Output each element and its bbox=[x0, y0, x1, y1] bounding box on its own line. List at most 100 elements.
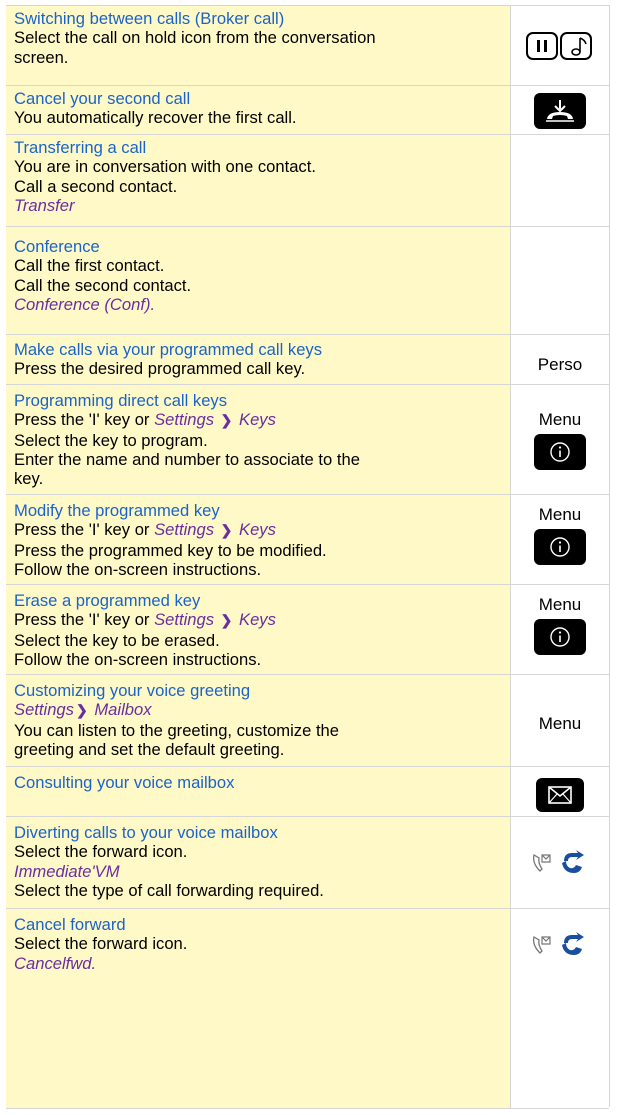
menu-key-label: Menu bbox=[538, 410, 582, 429]
menu-key-label: Menu bbox=[538, 714, 582, 733]
row-line: greeting and set the default greeting. bbox=[14, 739, 285, 759]
row-text: Cancel your second call You automaticall… bbox=[6, 86, 511, 135]
row-line: Press the 'I' key or Settings ❯ Keys bbox=[14, 520, 502, 540]
menu-path-settings: Settings bbox=[154, 520, 215, 540]
row-icon-cell: Perso bbox=[511, 335, 609, 385]
row-icon-cell: Menu bbox=[511, 495, 609, 585]
table-row: Conference Call the first contact. Call … bbox=[6, 226, 609, 335]
row-line: key. bbox=[14, 469, 44, 489]
table-row: Cancel your second call You automaticall… bbox=[6, 85, 609, 135]
row-line: Enter the name and number to associate t… bbox=[14, 449, 360, 469]
info-key-icon bbox=[534, 529, 586, 565]
row-title: Conference bbox=[14, 237, 100, 256]
row-icon-cell: Menu bbox=[511, 385, 609, 495]
row-text: Erase a programmed key Press the 'I' key… bbox=[6, 585, 511, 675]
row-title: Cancel forward bbox=[14, 915, 126, 934]
row-icon-cell bbox=[511, 135, 609, 227]
menu-path-settings: Settings bbox=[14, 700, 74, 720]
row-text: Make calls via your programmed call keys… bbox=[6, 335, 511, 385]
row-text: Diverting calls to your voice mailbox Se… bbox=[6, 817, 511, 909]
table-row: Programming direct call keys Press the '… bbox=[6, 384, 609, 495]
row-text: Programming direct call keys Press the '… bbox=[6, 385, 511, 495]
row-softkey: Immediate'VM bbox=[14, 861, 120, 881]
row-title: Switching between calls (Broker call) bbox=[14, 9, 285, 28]
row-line: Settings ❯ Mailbox bbox=[14, 700, 502, 720]
row-line: Select the key to be erased. bbox=[14, 630, 220, 650]
table-row: Make calls via your programmed call keys… bbox=[6, 334, 609, 385]
perso-key-label: Perso bbox=[537, 355, 583, 374]
row-line: Follow the on-screen instructions. bbox=[14, 559, 262, 579]
table-row: Switching between calls (Broker call) Se… bbox=[6, 5, 609, 86]
row-line: Call a second contact. bbox=[14, 176, 178, 196]
row-icon-cell: Menu bbox=[511, 675, 609, 767]
row-text: Consulting your voice mailbox bbox=[6, 767, 511, 817]
menu-path-settings: Settings bbox=[154, 410, 215, 430]
hold-music-icon bbox=[526, 32, 592, 60]
row-line: Press the 'I' key or Settings ❯ Keys bbox=[14, 410, 502, 430]
table-row: Customizing your voice greeting Settings… bbox=[6, 674, 609, 767]
row-text: Modify the programmed key Press the 'I' … bbox=[6, 495, 511, 585]
row-line: You automatically recover the first call… bbox=[14, 108, 297, 128]
info-key-icon bbox=[534, 434, 586, 470]
row-line: Call the first contact. bbox=[14, 256, 165, 276]
forward-icon bbox=[532, 850, 584, 873]
row-softkey: Transfer bbox=[14, 195, 75, 215]
row-text: Customizing your voice greeting Settings… bbox=[6, 675, 511, 767]
row-title: Make calls via your programmed call keys bbox=[14, 340, 323, 359]
row-line: Press the desired programmed call key. bbox=[14, 359, 306, 379]
row-prefix: Press the 'I' key or bbox=[14, 410, 155, 430]
row-title: Programming direct call keys bbox=[14, 391, 228, 410]
menu-key-label: Menu bbox=[538, 595, 582, 614]
row-prefix: Press the 'I' key or bbox=[14, 520, 155, 540]
row-icon-cell bbox=[511, 227, 609, 335]
row-line: Press the programmed key to be modified. bbox=[14, 540, 327, 560]
chevron-right-icon: ❯ bbox=[220, 612, 233, 629]
row-line: Follow the on-screen instructions. bbox=[14, 649, 262, 669]
row-title: Cancel your second call bbox=[14, 89, 191, 108]
row-icon-cell bbox=[511, 6, 609, 86]
menu-key-label: Menu bbox=[538, 505, 582, 524]
row-line: Select the forward icon. bbox=[14, 934, 188, 954]
table-row: Diverting calls to your voice mailbox Se… bbox=[6, 816, 609, 909]
instruction-table: Switching between calls (Broker call) Se… bbox=[6, 5, 610, 1109]
row-line: Select the forward icon. bbox=[14, 842, 188, 862]
row-icon-cell bbox=[511, 86, 609, 135]
row-title: Diverting calls to your voice mailbox bbox=[14, 823, 278, 842]
row-icon-cell bbox=[511, 817, 609, 909]
menu-path-settings: Settings bbox=[154, 610, 215, 630]
row-softkey: Conference (Conf). bbox=[14, 294, 156, 314]
info-key-icon bbox=[534, 619, 586, 655]
row-line: Select the call on hold icon from the co… bbox=[14, 28, 376, 48]
hangup-key-icon bbox=[534, 92, 586, 129]
row-line: You are in conversation with one contact… bbox=[14, 157, 316, 177]
row-line: Call the second contact. bbox=[14, 275, 192, 295]
row-title: Consulting your voice mailbox bbox=[14, 773, 235, 792]
chevron-right-icon: ❯ bbox=[220, 412, 233, 429]
row-text: Conference Call the first contact. Call … bbox=[6, 227, 511, 335]
mail-key-icon bbox=[536, 778, 584, 812]
chevron-right-icon: ❯ bbox=[220, 522, 233, 539]
row-title: Transferring a call bbox=[14, 138, 147, 157]
row-icon-cell bbox=[511, 909, 609, 1108]
row-text: Switching between calls (Broker call) Se… bbox=[6, 6, 511, 86]
table-row: Transferring a call You are in conversat… bbox=[6, 134, 609, 227]
row-softkey: Cancelfwd. bbox=[14, 953, 97, 973]
row-icon-cell: Menu bbox=[511, 585, 609, 675]
row-text: Transferring a call You are in conversat… bbox=[6, 135, 511, 227]
table-row: Cancel forward Select the forward icon. … bbox=[6, 908, 609, 1109]
row-line: Press the 'I' key or Settings ❯ Keys bbox=[14, 610, 502, 630]
table-row: Modify the programmed key Press the 'I' … bbox=[6, 494, 609, 585]
menu-path-keys: Keys bbox=[239, 610, 276, 630]
menu-path-keys: Keys bbox=[239, 410, 276, 430]
menu-path-mailbox: Mailbox bbox=[94, 700, 152, 720]
row-icon-cell bbox=[511, 767, 609, 817]
row-line: screen. bbox=[14, 47, 69, 67]
row-line: Select the type of call forwarding requi… bbox=[14, 880, 324, 900]
forward-icon bbox=[532, 932, 584, 955]
table-row: Erase a programmed key Press the 'I' key… bbox=[6, 584, 609, 675]
menu-path-keys: Keys bbox=[239, 520, 276, 540]
row-title: Customizing your voice greeting bbox=[14, 681, 251, 700]
table-row: Consulting your voice mailbox bbox=[6, 766, 609, 817]
row-title: Erase a programmed key bbox=[14, 591, 201, 610]
row-prefix: Press the 'I' key or bbox=[14, 610, 155, 630]
